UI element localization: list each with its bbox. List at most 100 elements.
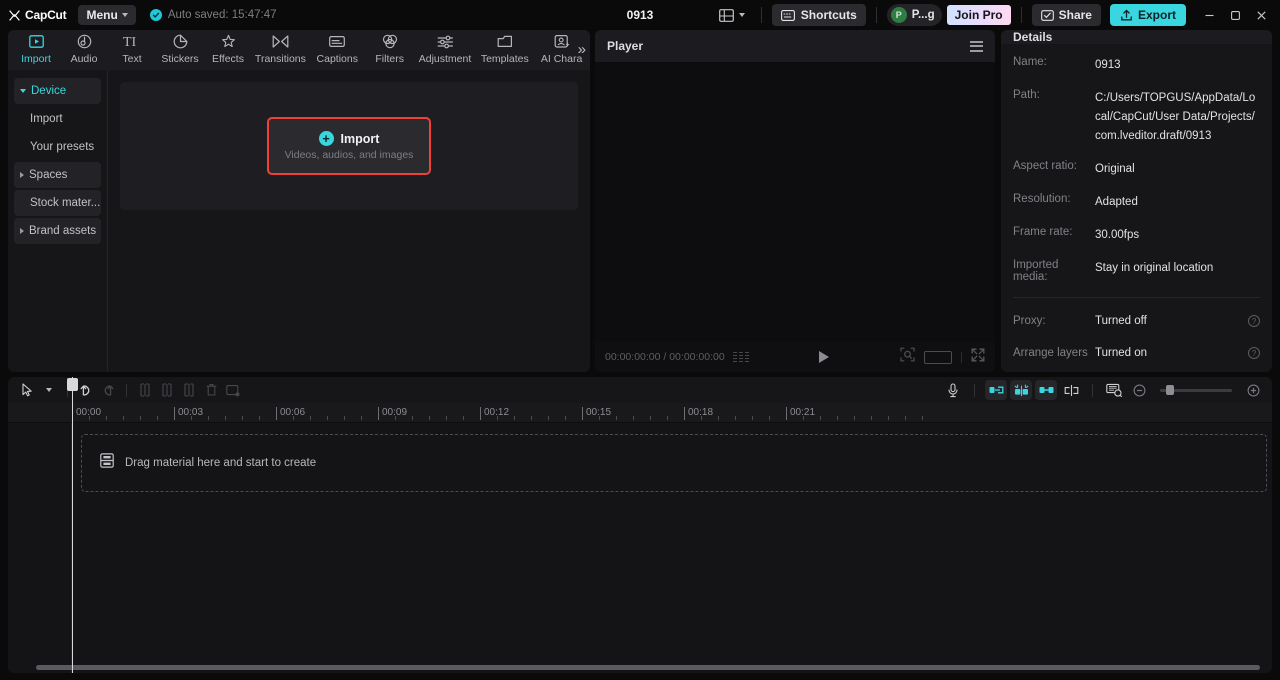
zoom-slider-knob[interactable] xyxy=(1166,385,1174,395)
category-device[interactable]: Device xyxy=(14,78,101,104)
aspect-ratio-button[interactable] xyxy=(924,350,952,364)
mirror-button[interactable] xyxy=(1060,380,1082,400)
ruler-tick xyxy=(225,416,226,420)
timeline-horizontal-scrollbar[interactable] xyxy=(36,665,1260,670)
crop-button[interactable] xyxy=(1103,380,1125,400)
ruler-tick xyxy=(106,416,107,420)
ruler-tick xyxy=(259,416,260,420)
avatar: P xyxy=(890,7,907,23)
divider xyxy=(961,351,962,363)
timeline-dropzone[interactable]: Drag material here and start to create xyxy=(81,434,1267,492)
keyframe-list-icon[interactable] xyxy=(732,351,749,363)
layout-switch-button[interactable] xyxy=(713,5,751,26)
tab-templates[interactable]: Templates xyxy=(476,30,533,65)
capcut-logo-icon xyxy=(9,9,20,21)
redo-button[interactable] xyxy=(97,380,119,400)
tab-label: Text xyxy=(122,53,142,65)
detail-row-imported-media: Imported media: Stay in original locatio… xyxy=(1013,259,1260,283)
tab-label: Adjustment xyxy=(418,53,472,65)
ruler-tick xyxy=(310,416,311,420)
category-import[interactable]: Import xyxy=(14,106,101,132)
detail-label: Path: xyxy=(1013,88,1040,101)
ruler-tick xyxy=(208,416,209,420)
menu-button[interactable]: Menu xyxy=(78,5,136,25)
zoom-out-button[interactable] xyxy=(1128,380,1150,400)
tab-effects[interactable]: Effects xyxy=(204,30,252,65)
maximize-button[interactable] xyxy=(1222,3,1248,27)
export-button[interactable]: Export xyxy=(1109,4,1186,26)
shortcuts-button[interactable]: Shortcuts xyxy=(771,4,866,26)
info-icon[interactable]: ? xyxy=(1248,347,1260,360)
detail-label: Name: xyxy=(1013,56,1047,68)
ruler-tick xyxy=(633,416,634,420)
timeline-toolbar xyxy=(8,377,1272,403)
ruler-tick xyxy=(905,416,906,420)
minimize-button[interactable] xyxy=(1196,3,1222,27)
split-button[interactable] xyxy=(134,380,156,400)
select-tool-dropdown[interactable] xyxy=(38,380,60,400)
detail-row-frame-rate: Frame rate: 30.00fps xyxy=(1013,226,1260,245)
effects-icon xyxy=(221,33,236,50)
tab-audio[interactable]: Audio xyxy=(60,30,108,65)
function-tab-bar: Import Audio TI Text Stickers Effects Tr… xyxy=(8,30,590,70)
more-tabs-icon[interactable]: » xyxy=(578,42,586,57)
mix-audio-button[interactable] xyxy=(1010,380,1032,400)
detail-row-arrange-layers: Arrange layers Turned on ? xyxy=(1013,344,1260,363)
import-dropzone[interactable]: + Import Videos, audios, and images xyxy=(120,82,578,210)
player-menu-icon[interactable] xyxy=(970,40,983,52)
delete-button[interactable] xyxy=(200,380,222,400)
magnify-icon[interactable] xyxy=(900,347,915,367)
ruler-tick xyxy=(735,416,736,420)
tab-stickers[interactable]: Stickers xyxy=(156,30,204,65)
keyframe-button[interactable] xyxy=(1035,380,1057,400)
close-button[interactable] xyxy=(1248,3,1274,27)
fullscreen-icon[interactable] xyxy=(971,348,985,367)
divider xyxy=(126,383,127,397)
transitions-icon xyxy=(272,33,289,50)
tab-filters[interactable]: Filters xyxy=(366,30,414,65)
timeline-body[interactable]: Drag material here and start to create xyxy=(8,423,1272,673)
trim-left-button[interactable] xyxy=(156,380,178,400)
category-your-presets[interactable]: Your presets xyxy=(14,134,101,160)
detail-row-name: Name: 0913 xyxy=(1013,56,1260,75)
undo-button[interactable] xyxy=(75,380,97,400)
join-pro-button[interactable]: Join Pro xyxy=(946,5,1011,25)
category-spaces[interactable]: Spaces xyxy=(14,162,101,188)
ruler-tick xyxy=(157,416,158,420)
ruler-tick xyxy=(191,416,192,420)
ruler-tick xyxy=(565,416,566,420)
trim-right-button[interactable] xyxy=(178,380,200,400)
category-stock-materials[interactable]: Stock mater... xyxy=(14,190,101,216)
tab-transitions[interactable]: Transitions xyxy=(252,30,309,65)
tab-adjustment[interactable]: Adjustment xyxy=(414,30,477,65)
zoom-in-button[interactable] xyxy=(1242,380,1264,400)
info-icon[interactable]: ? xyxy=(1248,315,1260,328)
zoom-slider[interactable] xyxy=(1160,385,1232,395)
ruler-tick xyxy=(888,416,889,420)
timeline-ruler[interactable]: 00:00 00:03 00:06 00:09 00:12 00:15 00:1… xyxy=(8,403,1272,423)
play-icon[interactable] xyxy=(819,351,830,363)
microphone-button[interactable] xyxy=(942,380,964,400)
ruler-tick xyxy=(752,416,753,420)
tab-import[interactable]: Import xyxy=(12,30,60,65)
category-brand-assets[interactable]: Brand assets xyxy=(14,218,101,244)
player-stage[interactable] xyxy=(595,62,995,342)
tab-text[interactable]: TI Text xyxy=(108,30,156,65)
filters-icon xyxy=(382,33,398,50)
details-panel: Details Name: 0913 Path: C:/Users/TOPGUS… xyxy=(1001,30,1272,372)
ai-character-icon xyxy=(554,33,570,50)
profile-button[interactable]: P P...g xyxy=(886,4,942,26)
tab-label: Audio xyxy=(70,53,98,65)
select-tool-button[interactable] xyxy=(16,380,38,400)
freeze-frame-button[interactable] xyxy=(222,380,244,400)
ruler-tick xyxy=(89,416,90,420)
player-controls: 00:00:00:00 / 00:00:00:00 xyxy=(595,342,995,372)
category-label: Brand assets xyxy=(29,225,97,237)
detail-value: 0913 xyxy=(1095,59,1121,71)
tab-captions[interactable]: Captions xyxy=(309,30,366,65)
import-button[interactable]: + Import Videos, audios, and images xyxy=(267,117,431,175)
auto-captions-button[interactable] xyxy=(985,380,1007,400)
app-logo: CapCut xyxy=(8,8,67,22)
share-button[interactable]: Share xyxy=(1031,4,1101,26)
tab-label: AI Chara xyxy=(540,53,583,65)
